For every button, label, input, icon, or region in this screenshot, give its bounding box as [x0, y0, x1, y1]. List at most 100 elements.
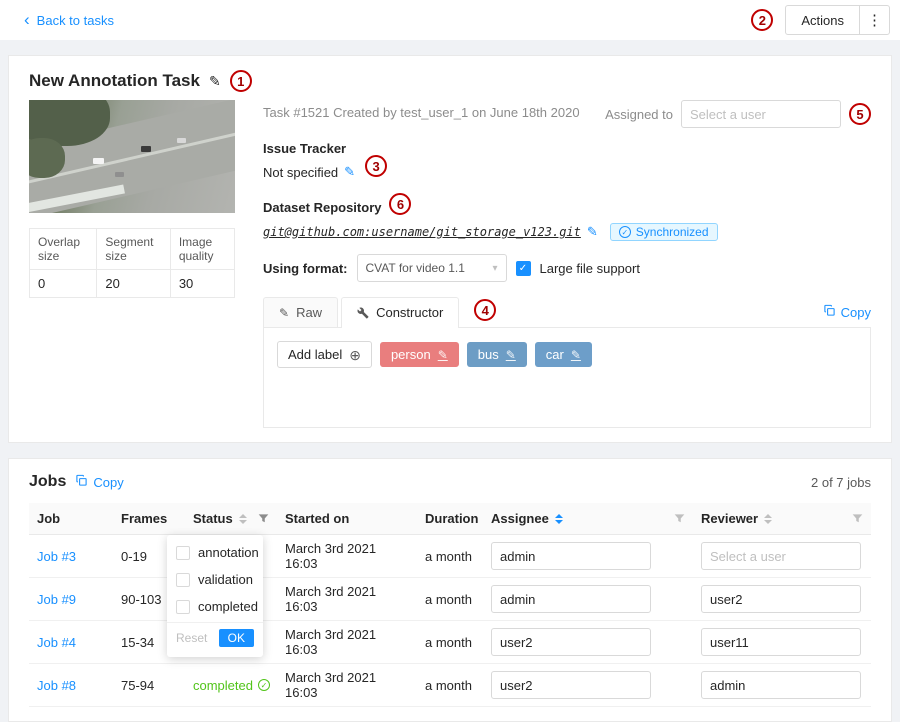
- job-link[interactable]: Job #3: [37, 549, 76, 564]
- column-header-frames[interactable]: Frames: [113, 503, 185, 535]
- sort-icon[interactable]: [555, 514, 563, 524]
- issue-tracker-label: Issue Tracker: [263, 141, 871, 156]
- callout-4: 4: [474, 299, 496, 321]
- label-chip-car[interactable]: car ✎: [535, 342, 592, 367]
- column-header-job[interactable]: Job: [29, 503, 113, 535]
- labels-tabs-bar: ✎ Raw Constructor 4 Copy: [263, 297, 871, 328]
- pencil-icon: ✎: [279, 306, 289, 320]
- task-parameters-table: Overlap size Segment size Image quality …: [29, 228, 235, 298]
- top-bar-right: 2 Actions ⋮: [751, 5, 890, 35]
- synchronized-badge-label: Synchronized: [636, 225, 709, 239]
- checkbox-icon[interactable]: [176, 546, 190, 560]
- callout-1: 1: [230, 70, 252, 92]
- actions-button[interactable]: Actions ⋮: [785, 5, 890, 35]
- column-header-reviewer-label: Reviewer: [701, 511, 758, 526]
- job-assignee-input[interactable]: [491, 628, 651, 656]
- back-to-tasks-link[interactable]: ‹ Back to tasks: [24, 13, 114, 28]
- back-to-tasks-label: Back to tasks: [37, 13, 114, 28]
- edit-label-icon[interactable]: ✎: [506, 348, 516, 362]
- edit-repository-icon[interactable]: ✎: [587, 224, 598, 240]
- dataset-repository-url[interactable]: git@github.com:username/git_storage_v123…: [263, 225, 581, 239]
- task-left-column: Overlap size Segment size Image quality …: [29, 100, 235, 428]
- sort-icon[interactable]: [239, 514, 247, 524]
- label-chip-bus[interactable]: bus ✎: [467, 342, 527, 367]
- column-header-status[interactable]: Status: [185, 503, 277, 535]
- status-filter-dropdown: annotation validation completed Reset OK: [167, 535, 263, 657]
- edit-title-icon[interactable]: ✎: [209, 73, 221, 90]
- using-format-label: Using format:: [263, 261, 348, 276]
- sort-icon[interactable]: [764, 514, 772, 524]
- job-reviewer-input[interactable]: [701, 671, 861, 699]
- wrench-icon: [357, 307, 369, 319]
- copy-jobs-label: Copy: [93, 475, 123, 490]
- copy-labels-label: Copy: [841, 305, 871, 320]
- copy-jobs-link[interactable]: Copy: [75, 474, 123, 490]
- tab-raw[interactable]: ✎ Raw: [263, 297, 338, 327]
- edit-label-icon[interactable]: ✎: [571, 348, 581, 362]
- filter-option-annotation-label: annotation: [198, 545, 259, 560]
- task-assignee-input[interactable]: [681, 100, 841, 128]
- job-assignee-input[interactable]: [491, 671, 651, 699]
- filter-funnel-icon[interactable]: [852, 513, 863, 524]
- preview-car-2: [141, 146, 151, 152]
- sync-check-icon: ✓: [619, 226, 631, 238]
- preview-car-1: [93, 158, 104, 164]
- plus-circle-icon: ⊕: [349, 348, 361, 362]
- table-row: Job #9 90-103 March 3rd 2021 16:03 a mon…: [29, 578, 871, 621]
- job-reviewer-input[interactable]: [701, 628, 861, 656]
- filter-option-validation[interactable]: validation: [167, 566, 263, 593]
- job-assignee-input[interactable]: [491, 585, 651, 613]
- table-row: Job #8 75-94 completed ✓ March 3rd 2021 …: [29, 664, 871, 707]
- issue-tracker-value-row: Not specified ✎ 3: [263, 161, 871, 183]
- preview-car-3: [177, 138, 186, 143]
- started-cell: March 3rd 2021 16:03: [277, 578, 417, 621]
- duration-cell: a month: [417, 578, 483, 621]
- add-label-button[interactable]: Add label ⊕: [277, 341, 372, 368]
- started-cell: March 3rd 2021 16:03: [277, 535, 417, 578]
- task-preview-image: [29, 100, 235, 213]
- add-label-button-text: Add label: [288, 347, 342, 362]
- format-select[interactable]: CVAT for video 1.1 ▾: [357, 254, 507, 282]
- checkbox-icon[interactable]: [176, 573, 190, 587]
- tab-constructor-label: Constructor: [376, 305, 443, 320]
- tab-constructor[interactable]: Constructor: [341, 297, 459, 328]
- callout-3: 3: [365, 155, 387, 177]
- column-header-started[interactable]: Started on: [277, 503, 417, 535]
- preview-trees-2: [29, 138, 65, 178]
- started-cell: March 3rd 2021 16:03: [277, 621, 417, 664]
- filter-option-annotation[interactable]: annotation: [167, 539, 263, 566]
- task-title-row: New Annotation Task ✎ 1: [29, 70, 871, 92]
- filter-funnel-icon[interactable]: [258, 513, 269, 524]
- column-header-duration[interactable]: Duration: [417, 503, 483, 535]
- filter-reset-button[interactable]: Reset: [176, 631, 207, 645]
- jobs-table-header-row: Job Frames Status Started on Duration: [29, 503, 871, 535]
- task-body: Overlap size Segment size Image quality …: [29, 100, 871, 428]
- job-reviewer-input[interactable]: [701, 585, 861, 613]
- copy-labels-link[interactable]: Copy: [823, 304, 871, 320]
- job-link[interactable]: Job #4: [37, 635, 76, 650]
- edit-label-icon[interactable]: ✎: [438, 348, 448, 362]
- edit-issue-tracker-icon[interactable]: ✎: [344, 164, 355, 180]
- filter-option-completed[interactable]: completed: [167, 593, 263, 620]
- duration-cell: a month: [417, 621, 483, 664]
- assigned-to-label: Assigned to: [605, 107, 673, 122]
- job-link[interactable]: Job #9: [37, 592, 76, 607]
- task-meta-text: Task #1521 Created by test_user_1 on Jun…: [263, 105, 580, 120]
- label-chip-person[interactable]: person ✎: [380, 342, 459, 367]
- filter-ok-button[interactable]: OK: [219, 629, 254, 647]
- status-completed-text: completed: [193, 678, 253, 693]
- frames-cell: 75-94: [113, 664, 185, 707]
- param-value-quality: 30: [170, 270, 234, 298]
- assigned-to-group: Assigned to 5: [605, 100, 871, 128]
- job-reviewer-input[interactable]: [701, 542, 861, 570]
- job-assignee-input[interactable]: [491, 542, 651, 570]
- more-options-icon[interactable]: ⋮: [859, 6, 889, 34]
- checkbox-icon[interactable]: [176, 600, 190, 614]
- large-file-support-checkbox[interactable]: ✓: [516, 261, 531, 276]
- duration-cell: a month: [417, 535, 483, 578]
- column-header-assignee-label: Assignee: [491, 511, 549, 526]
- job-link[interactable]: Job #8: [37, 678, 76, 693]
- column-header-assignee[interactable]: Assignee: [483, 503, 693, 535]
- filter-funnel-icon[interactable]: [674, 513, 685, 524]
- column-header-reviewer[interactable]: Reviewer: [693, 503, 871, 535]
